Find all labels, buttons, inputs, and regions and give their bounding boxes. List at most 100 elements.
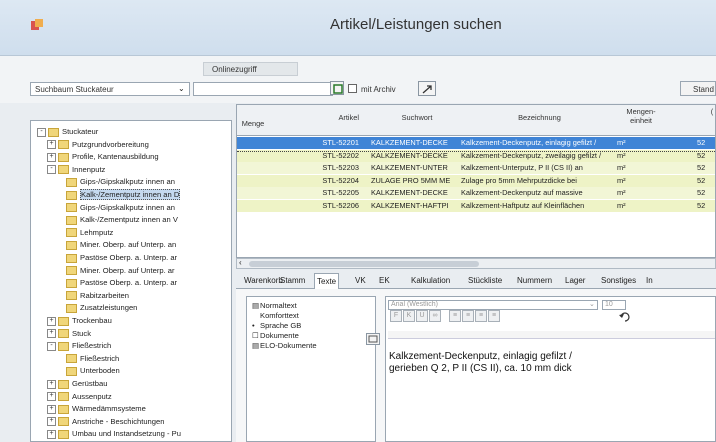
search-button[interactable] xyxy=(330,81,344,95)
tab-kalkulation[interactable]: Kalkulation xyxy=(409,273,452,288)
text-type-label: Normaltext xyxy=(260,301,297,310)
expand-icon[interactable]: + xyxy=(47,392,56,402)
filter-button[interactable] xyxy=(418,81,436,96)
tree-item[interactable]: + Putzgrundvorbereitung xyxy=(47,140,149,150)
expand-icon[interactable]: + xyxy=(47,329,56,339)
tree-item[interactable]: - Fließestrich xyxy=(47,341,111,351)
tree-item[interactable]: + Anstriche - Beschichtungen xyxy=(47,417,164,427)
editor-text[interactable]: Kalkzement-Deckenputz, einlagig gefilzt … xyxy=(389,351,572,375)
justify-button[interactable]: ≡ xyxy=(488,310,500,322)
text-type-item[interactable]: Komforttext xyxy=(252,311,299,320)
folder-icon xyxy=(66,190,77,200)
expand-icon[interactable]: + xyxy=(47,152,56,162)
collapse-icon[interactable]: - xyxy=(47,165,56,175)
underline-button[interactable]: U xyxy=(416,310,428,322)
tree-item[interactable]: Fließestrich xyxy=(66,354,119,364)
tree-item[interactable]: Rabitzarbeiten xyxy=(66,291,129,301)
font-select[interactable]: Arial (Westlich) ⌄ xyxy=(388,300,598,310)
article-grid[interactable]: Menge Artikel Suchwort Bezeichnung Menge… xyxy=(236,104,716,258)
table-row[interactable]: STL-52203 KALKZEMENT-UNTER Kalkzement-Unte… xyxy=(237,162,715,174)
expand-icon[interactable]: + xyxy=(47,429,56,439)
col-extra[interactable]: ( xyxy=(707,107,715,116)
tab-texte[interactable]: Texte xyxy=(314,273,340,289)
tree-item[interactable]: Unterboden xyxy=(66,366,120,376)
tree-item[interactable]: Kalk-/Zementputz innen an V xyxy=(66,215,178,225)
tree-item[interactable]: Zusatzleistungen xyxy=(66,303,137,313)
collapse-icon[interactable]: - xyxy=(47,341,56,351)
table-row[interactable]: STL-52201 KALKZEMENT-DECKE Kalkzement-Deck… xyxy=(237,137,715,149)
col-menge[interactable]: Menge xyxy=(237,119,269,128)
table-row[interactable]: STL-52204 ZULAGE PRO 5MM ME Zulage pro 5mm… xyxy=(237,174,715,187)
align-left-button[interactable]: ≡ xyxy=(449,310,461,322)
tree-item[interactable]: Miner. Oberp. auf Unterp. ar xyxy=(66,266,175,276)
tab-nummern[interactable]: Nummern xyxy=(515,273,554,288)
cell-val: 52 xyxy=(697,175,706,185)
align-center-button[interactable]: ≡ xyxy=(462,310,474,322)
font-value: Arial (Westlich) xyxy=(391,301,438,308)
category-tree[interactable]: - Stuckateur + Putzgrundvorbereitung + Profil… xyxy=(30,120,232,442)
text-type-list[interactable]: ▤Normaltext Komforttext • Sprache GB ☐Dokume… xyxy=(246,296,376,442)
bold-button[interactable]: F xyxy=(390,310,402,322)
undo-icon[interactable] xyxy=(619,312,631,324)
col-suchwort[interactable]: Suchwort xyxy=(372,113,462,122)
cell-bez: Zulage pro 5mm Mehrputzdicke bei xyxy=(461,175,577,185)
expand-icon[interactable]: + xyxy=(47,140,56,150)
text-editor[interactable]: Arial (Westlich) ⌄ 10 F K U ∞ ≡ ≡ ≡ ≡ Ka… xyxy=(385,296,716,442)
collapse-icon[interactable]: - xyxy=(37,127,46,137)
grid-horizontal-scrollbar[interactable]: ‹ xyxy=(236,258,716,269)
tab-in[interactable]: In xyxy=(644,273,655,288)
font-size-select[interactable]: 10 xyxy=(602,300,626,310)
suchbaum-select[interactable]: Suchbaum Stuckateur ⌄ xyxy=(30,82,190,96)
cell-artikel: STL-52205 xyxy=(322,188,359,197)
cell-bez: Kalkzement-Haftputz auf Kleinflächen xyxy=(461,200,585,210)
archiv-checkbox[interactable] xyxy=(348,84,357,93)
cell-artikel: STL-52204 xyxy=(322,175,359,185)
table-row[interactable]: STL-52206 KALKZEMENT-HAFTPI Kalkzement-Haf… xyxy=(237,199,715,212)
text-type-item[interactable]: ▤Normaltext xyxy=(252,301,297,310)
tree-item[interactable]: Miner. Oberp. auf Unterp. an xyxy=(66,240,176,250)
text-type-item[interactable]: • Sprache GB xyxy=(252,321,301,330)
align-right-button[interactable]: ≡ xyxy=(475,310,487,322)
tree-item[interactable]: + Trockenbau xyxy=(47,316,112,326)
tab-stamm[interactable]: Stamm xyxy=(278,273,307,288)
tree-item[interactable]: + Aussenputz xyxy=(47,392,112,402)
title-bar: Artikel/Leistungen suchen xyxy=(0,0,716,56)
tree-item[interactable]: Pastöse Oberp. a. Unterp. ar xyxy=(66,253,177,263)
expand-icon[interactable]: + xyxy=(47,316,56,326)
format-button[interactable]: ∞ xyxy=(429,310,441,322)
tree-item[interactable]: + Profile, Kantenausbildung xyxy=(47,152,159,162)
tree-item[interactable]: + Umbau und Instandsetzung - Pu xyxy=(47,429,181,439)
tree-item[interactable]: Pastöse Oberp. a. Unterp. ar xyxy=(66,278,177,288)
tab-stückliste[interactable]: Stückliste xyxy=(466,273,504,288)
tree-item[interactable]: Lehmputz xyxy=(66,228,113,238)
search-input[interactable] xyxy=(193,82,333,96)
search-icon xyxy=(333,84,343,94)
tab-sonstiges[interactable]: Sonstiges xyxy=(599,273,638,288)
col-artikel[interactable]: Artikel xyxy=(289,113,359,122)
tree-item[interactable]: + Stuck xyxy=(47,329,91,339)
tree-item[interactable]: Gips-/Gipskalkputz innen an xyxy=(66,177,175,187)
expand-icon[interactable]: + xyxy=(47,417,56,427)
scroll-left-icon[interactable]: ‹ xyxy=(239,258,242,267)
copy-button[interactable] xyxy=(366,333,380,345)
tree-item[interactable]: Gips-/Gipskalkputz innen an xyxy=(66,203,175,213)
tab-vk[interactable]: VK xyxy=(353,273,368,288)
tree-item[interactable]: - Innenputz xyxy=(47,165,105,175)
scrollbar-thumb[interactable] xyxy=(249,261,479,267)
tree-item[interactable]: + Gerüstbau xyxy=(47,379,107,389)
tab-lager[interactable]: Lager xyxy=(563,273,587,288)
italic-button[interactable]: K xyxy=(403,310,415,322)
tab-ek[interactable]: EK xyxy=(377,273,392,288)
tree-item[interactable]: - Stuckateur xyxy=(37,127,98,137)
table-row[interactable]: STL-52205 KALKZEMENT-DECKE Kalkzement-Deck… xyxy=(237,187,715,199)
col-einheit[interactable]: Mengen- einheit xyxy=(613,107,669,125)
standard-button[interactable]: Stand xyxy=(680,81,716,96)
expand-icon[interactable]: + xyxy=(47,379,56,389)
text-type-item[interactable]: ☐Dokumente xyxy=(252,331,299,340)
text-type-item[interactable]: ▤ELO-Dokumente xyxy=(252,341,317,350)
tree-item[interactable]: + Wärmedämmsysteme xyxy=(47,404,146,414)
tree-item[interactable]: Kalk-/Zementputz innen an D xyxy=(66,189,181,200)
expand-icon[interactable]: + xyxy=(47,404,56,414)
cell-einheit: m² xyxy=(617,188,626,197)
col-bezeichnung[interactable]: Bezeichnung xyxy=(467,113,612,122)
